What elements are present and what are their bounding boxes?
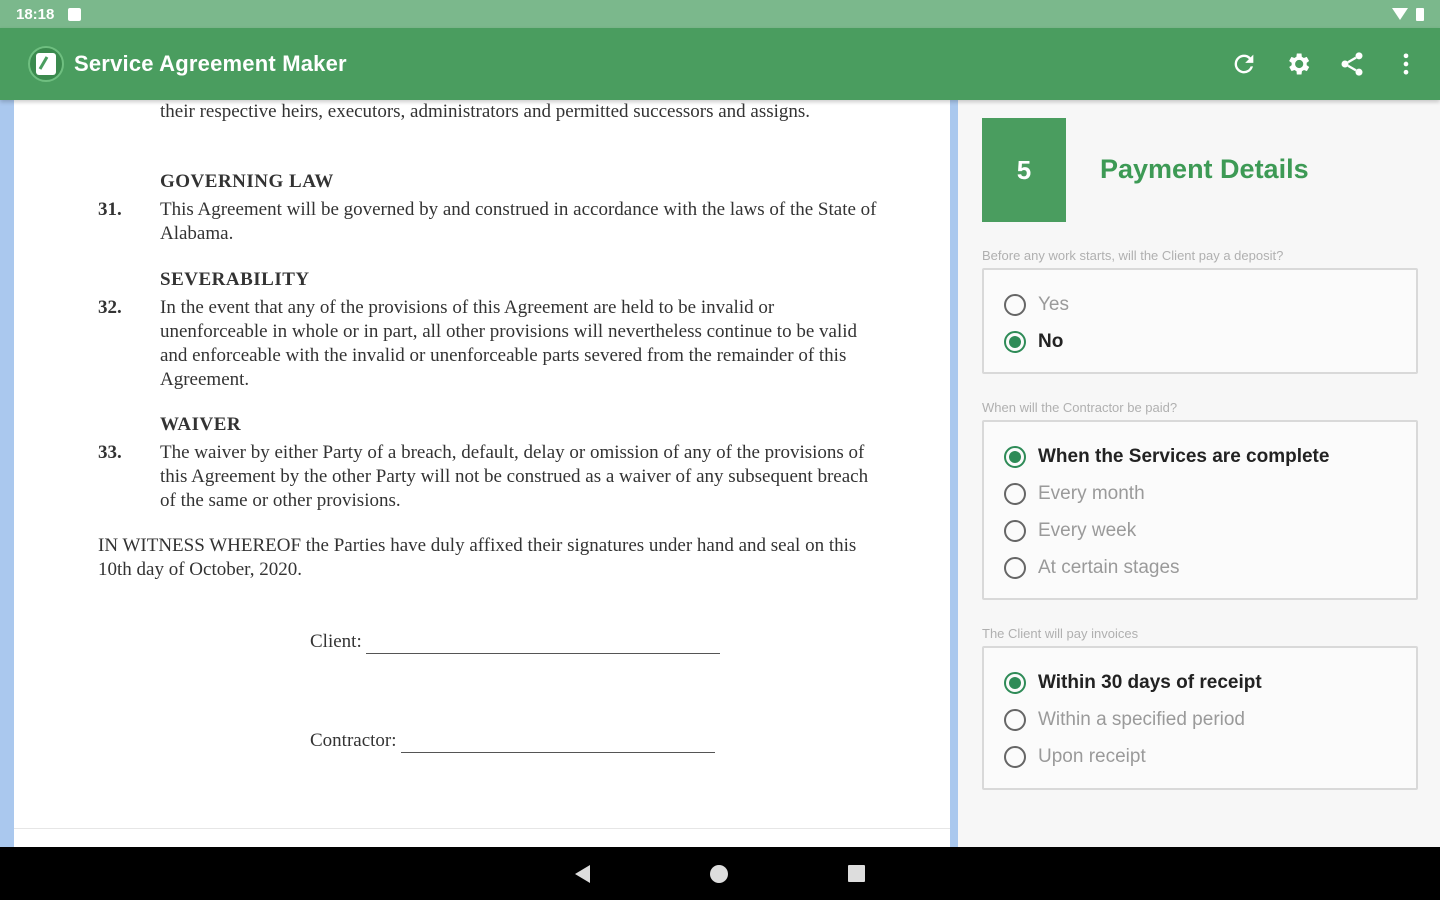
radio-group-deposit: Yes No	[982, 268, 1418, 374]
radio-option-label: When the Services are complete	[1038, 445, 1330, 467]
status-icons	[1392, 7, 1424, 21]
battery-icon	[1416, 7, 1424, 21]
status-time: 18:18	[16, 5, 55, 23]
pane-divider[interactable]	[950, 100, 958, 847]
more-vert-icon[interactable]	[1392, 50, 1420, 78]
section-heading: WAIVER	[160, 414, 242, 435]
radio-button-icon[interactable]	[1004, 708, 1026, 731]
radio-group-payment-timing: When the Services are complete Every mon…	[982, 420, 1418, 600]
radio-option-label: Yes	[1038, 293, 1069, 315]
radio-button-checked-icon[interactable]	[1004, 330, 1026, 353]
radio-button-icon[interactable]	[1004, 556, 1026, 579]
radio-option-label: At certain stages	[1038, 556, 1180, 578]
lead-paragraph: their respective heirs, executors, admin…	[160, 101, 811, 122]
question-label-deposit: Before any work starts, will the Client …	[982, 248, 1284, 263]
section-severability: SEVERABILITY 32. In the event that any o…	[98, 268, 898, 392]
radio-button-icon[interactable]	[1004, 519, 1026, 542]
radio-option-every-month[interactable]: Every month	[1004, 475, 1416, 512]
system-nav-bar	[0, 847, 1440, 900]
settings-icon[interactable]	[1284, 50, 1312, 78]
wifi-icon	[1392, 8, 1408, 20]
section-text: The waiver by either Party of a breach, …	[160, 442, 869, 511]
form-pane: 5 Payment Details Before any work starts…	[958, 100, 1440, 847]
step-number-badge: 5	[982, 118, 1066, 222]
app-title: Service Agreement Maker	[74, 51, 347, 76]
back-icon[interactable]	[575, 864, 590, 883]
client-signature-label: Client:	[310, 631, 362, 652]
document-page: their respective heirs, executors, admin…	[14, 100, 950, 847]
radio-button-icon[interactable]	[1004, 293, 1026, 316]
radio-button-icon[interactable]	[1004, 745, 1026, 768]
notification-icon	[68, 7, 82, 21]
recent-apps-icon[interactable]	[848, 865, 865, 882]
client-signature-line	[365, 634, 720, 654]
app-logo-icon	[28, 46, 64, 82]
contractor-signature-line	[400, 733, 715, 753]
radio-option-services-complete[interactable]: When the Services are complete	[1004, 438, 1416, 475]
radio-button-icon[interactable]	[1004, 482, 1026, 505]
contractor-signature-label: Contractor:	[310, 730, 397, 751]
step-title: Payment Details	[1100, 154, 1309, 184]
app-bar-actions	[1230, 50, 1440, 78]
section-waiver: WAIVER 33. The waiver by either Party of…	[98, 413, 898, 513]
section-number: 33.	[98, 442, 122, 463]
section-number: 32.	[98, 297, 122, 318]
radio-button-checked-icon[interactable]	[1004, 445, 1026, 468]
question-label-invoices: The Client will pay invoices	[982, 626, 1139, 641]
document-preview-pane[interactable]: their respective heirs, executors, admin…	[0, 100, 958, 847]
radio-group-invoices: Within 30 days of receipt Within a speci…	[982, 646, 1418, 790]
section-number: 31.	[98, 199, 122, 220]
section-text: In the event that any of the provisions …	[160, 297, 857, 390]
client-signature: Client:	[310, 630, 720, 654]
home-icon[interactable]	[710, 864, 728, 883]
page-bottom-edge	[14, 828, 950, 829]
radio-option-every-week[interactable]: Every week	[1004, 512, 1416, 549]
radio-option-certain-stages[interactable]: At certain stages	[1004, 549, 1416, 586]
section-heading: GOVERNING LAW	[160, 171, 334, 192]
radio-option-label: Upon receipt	[1038, 745, 1146, 767]
radio-option-label: Within 30 days of receipt	[1038, 671, 1262, 693]
radio-option-label: Within a specified period	[1038, 708, 1245, 730]
radio-option-specified-period[interactable]: Within a specified period	[1004, 701, 1416, 738]
radio-option-no[interactable]: No	[1004, 323, 1416, 360]
contractor-signature: Contractor:	[310, 729, 715, 753]
radio-option-upon-receipt[interactable]: Upon receipt	[1004, 738, 1416, 775]
question-label-payment-timing: When will the Contractor be paid?	[982, 400, 1178, 415]
radio-option-within-30-days[interactable]: Within 30 days of receipt	[1004, 664, 1416, 701]
radio-button-checked-icon[interactable]	[1004, 671, 1026, 694]
section-governing-law: GOVERNING LAW 31. This Agreement will be…	[98, 170, 898, 246]
radio-option-yes[interactable]: Yes	[1004, 286, 1416, 323]
radio-option-label: Every month	[1038, 482, 1145, 504]
section-text: This Agreement will be governed by and c…	[160, 199, 877, 244]
section-heading: SEVERABILITY	[160, 269, 310, 290]
witness-paragraph: IN WITNESS WHEREOF the Parties have duly…	[98, 535, 857, 580]
refresh-icon[interactable]	[1230, 50, 1258, 78]
status-bar: 18:18	[0, 0, 1440, 28]
radio-option-label: Every week	[1038, 519, 1137, 541]
share-icon[interactable]	[1338, 50, 1366, 78]
radio-option-label: No	[1038, 330, 1064, 352]
app-bar: Service Agreement Maker	[0, 28, 1440, 100]
